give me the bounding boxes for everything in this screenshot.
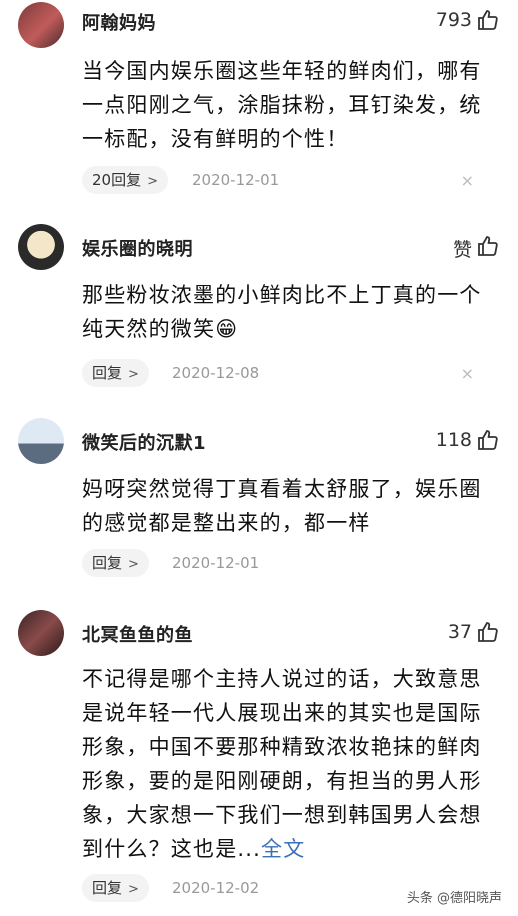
avatar[interactable] xyxy=(18,2,64,48)
comment-text: 当今国内娱乐圈这些年轻的鲜肉们，哪有一点阳刚之气，涂脂抹粉，耳钉染发，统一标配，… xyxy=(82,54,482,156)
comment-text-content: 那些粉妆浓墨的小鲜肉比不上丁真的一个纯天然的微笑 xyxy=(82,283,482,341)
username[interactable]: 北冥鱼鱼的鱼 xyxy=(82,621,193,647)
comment-text-content: 当今国内娱乐圈这些年轻的鲜肉们，哪有一点阳刚之气，涂脂抹粉，耳钉染发，统一标配，… xyxy=(82,59,482,151)
reply-button[interactable]: 20回复 > xyxy=(82,166,168,194)
thumbs-up-icon[interactable] xyxy=(476,620,500,644)
reply-button[interactable]: 回复 > xyxy=(82,874,149,902)
comment-item: 阿翰妈妈 793 当今国内娱乐圈这些年轻的鲜肉们，哪有一点阳刚之气，涂脂抹粉，耳… xyxy=(0,0,518,200)
thumbs-up-icon[interactable] xyxy=(476,234,500,258)
expand-full-text-link[interactable]: 全文 xyxy=(261,837,305,861)
reply-label: 回复 xyxy=(92,879,123,897)
like-count: 793 xyxy=(435,9,472,31)
reply-button[interactable]: 回复 > xyxy=(82,549,149,577)
like-count: 118 xyxy=(435,429,472,451)
chevron-right-icon: > xyxy=(128,557,139,572)
reply-button[interactable]: 回复 > xyxy=(82,359,149,387)
chevron-right-icon: > xyxy=(147,174,158,189)
comment-text-content: 不记得是哪个主持人说过的话，大致意思是说年轻一代人展现出来的其实也是国际形象，中… xyxy=(82,667,482,861)
like-count: 37 xyxy=(447,621,472,643)
username[interactable]: 阿翰妈妈 xyxy=(82,9,156,35)
comment-date: 2020-12-01 xyxy=(172,554,260,572)
comment-text: 妈呀突然觉得丁真看着太舒服了，娱乐圈的感觉都是整出来的，都一样 xyxy=(82,472,482,540)
username[interactable]: 娱乐圈的晓明 xyxy=(82,235,193,261)
comment-text: 不记得是哪个主持人说过的话，大致意思是说年轻一代人展现出来的其实也是国际形象，中… xyxy=(82,662,482,866)
comment-text-content: 妈呀突然觉得丁真看着太舒服了，娱乐圈的感觉都是整出来的，都一样 xyxy=(82,477,482,535)
reply-label: 回复 xyxy=(92,364,123,382)
comment-date: 2020-12-08 xyxy=(172,364,260,382)
close-icon[interactable]: × xyxy=(461,171,474,190)
avatar[interactable] xyxy=(18,224,64,270)
chevron-right-icon: > xyxy=(128,367,139,382)
comment-item: 娱乐圈的晓明 赞 那些粉妆浓墨的小鲜肉比不上丁真的一个纯天然的微笑😁 回复 > 2… xyxy=(0,214,518,404)
chevron-right-icon: > xyxy=(128,882,139,897)
avatar[interactable] xyxy=(18,610,64,656)
comment-date: 2020-12-02 xyxy=(172,879,260,897)
username[interactable]: 微笑后的沉默1 xyxy=(82,429,206,455)
comment-item: 北冥鱼鱼的鱼 37 不记得是哪个主持人说过的话，大致意思是说年轻一代人展现出来的… xyxy=(0,598,518,916)
thumbs-up-icon[interactable] xyxy=(476,428,500,452)
thumbs-up-icon[interactable] xyxy=(476,8,500,32)
comment-date: 2020-12-01 xyxy=(192,171,280,189)
reply-label: 20回复 xyxy=(92,171,142,189)
comment-text: 那些粉妆浓墨的小鲜肉比不上丁真的一个纯天然的微笑😁 xyxy=(82,278,482,346)
avatar[interactable] xyxy=(18,418,64,464)
like-count[interactable]: 赞 xyxy=(453,235,472,262)
close-icon[interactable]: × xyxy=(461,364,474,383)
reply-label: 回复 xyxy=(92,554,123,572)
watermark: 头条 @德阳晓声 xyxy=(402,885,506,908)
grin-emoji-icon: 😁 xyxy=(215,317,239,341)
comment-item: 微笑后的沉默1 118 妈呀突然觉得丁真看着太舒服了，娱乐圈的感觉都是整出来的，… xyxy=(0,408,518,594)
